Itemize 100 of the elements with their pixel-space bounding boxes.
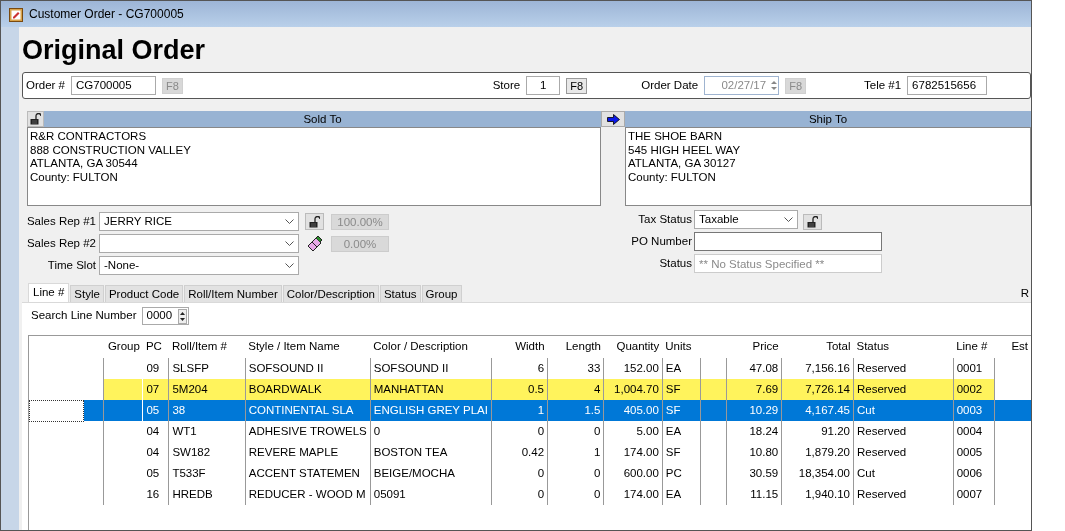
- spin-field[interactable]: 0000: [142, 307, 190, 325]
- table-cell: HREDB: [172, 487, 213, 500]
- column-header[interactable]: Roll/Item #: [171, 340, 227, 353]
- table-cell: SF: [665, 403, 681, 416]
- lock-button[interactable]: [305, 213, 324, 230]
- lock-button[interactable]: [803, 213, 822, 230]
- dropdown[interactable]: -None-: [99, 256, 299, 275]
- table-cell: 47.08: [749, 361, 779, 374]
- column-header[interactable]: Status: [856, 340, 890, 353]
- column-header[interactable]: Est: [1011, 340, 1028, 353]
- lookup-button[interactable]: F8: [566, 77, 587, 94]
- table-cell: 07: [146, 382, 160, 395]
- tab[interactable]: Color/Description: [282, 285, 379, 302]
- field-label: Order #: [26, 77, 65, 93]
- table-cell: BOSTON TEA: [373, 445, 448, 458]
- column-header[interactable]: Length: [565, 340, 601, 353]
- table-cell: 0.42: [521, 445, 545, 458]
- column-header[interactable]: Width: [515, 340, 545, 353]
- field-label: PO Number: [630, 233, 693, 249]
- field-label: Tax Status: [637, 211, 693, 227]
- table-cell: 38: [172, 403, 186, 416]
- text-field[interactable]: 1: [526, 76, 561, 95]
- table-cell: 5M204: [172, 382, 208, 395]
- percent-field: 0.00%: [331, 235, 389, 252]
- table-cell: 0: [594, 424, 601, 437]
- field-label: Time Slot: [46, 257, 97, 273]
- table-cell: PC: [665, 466, 682, 479]
- text-field[interactable]: 6782515656: [907, 76, 988, 95]
- spinner-icon: [178, 308, 188, 324]
- table-cell: 4,167.45: [805, 403, 850, 416]
- window-title: Customer Order - CG700005: [29, 6, 184, 23]
- copy-address-button[interactable]: [601, 111, 625, 127]
- column-header[interactable]: Quantity: [616, 340, 660, 353]
- table-cell: Reserved: [857, 445, 907, 458]
- field-label: Tele #1: [864, 77, 902, 93]
- address-line: ATLANTA, GA 30127: [628, 157, 737, 171]
- padlock-icon: [309, 215, 320, 228]
- table-cell: EA: [665, 424, 682, 437]
- clipboard-icon: [9, 6, 23, 22]
- tab[interactable]: Product Code: [104, 285, 184, 302]
- edge-label: R: [1020, 286, 1029, 301]
- table-cell: 16: [146, 487, 160, 500]
- table-cell: 0: [537, 466, 545, 479]
- table-cell: 0001: [956, 361, 983, 374]
- table-cell: 7.69: [755, 382, 779, 395]
- status-field: ** No Status Specified **: [694, 254, 882, 273]
- table-cell: 174.00: [623, 487, 659, 500]
- lock-button[interactable]: [27, 111, 44, 127]
- table-cell: EA: [665, 361, 682, 374]
- table-cell: 1,004.70: [614, 382, 659, 395]
- table-cell: 05: [146, 466, 160, 479]
- table-cell: 405.00: [623, 403, 659, 416]
- field-label: Sales Rep #2: [25, 235, 97, 251]
- chevron-down-icon: [285, 240, 294, 247]
- address-line: County: FULTON: [628, 170, 717, 184]
- padlock-icon: [30, 113, 41, 125]
- column-header[interactable]: Total: [826, 340, 851, 353]
- column-header[interactable]: Color / Description: [373, 340, 468, 353]
- table-cell: SF: [665, 382, 681, 395]
- table-cell: BEIGE/MOCHA: [373, 466, 455, 479]
- input-field[interactable]: [694, 232, 882, 251]
- table-cell: Reserved: [857, 382, 907, 395]
- column-header[interactable]: PC: [145, 340, 162, 353]
- tab[interactable]: Style: [70, 285, 104, 302]
- column-header[interactable]: Style / Item Name: [248, 340, 340, 353]
- table-cell: ENGLISH GREY PLAI: [373, 403, 488, 416]
- field-label: Store: [492, 77, 521, 93]
- address-line: ATLANTA, GA 30544: [30, 157, 139, 171]
- table-cell: 10.80: [749, 445, 779, 458]
- tab[interactable]: Status: [379, 285, 421, 302]
- table-cell: 0: [373, 424, 381, 437]
- tab[interactable]: Roll/Item Number: [184, 285, 282, 302]
- date-field[interactable]: 02/27/17: [704, 76, 780, 95]
- column-header[interactable]: Units: [665, 340, 692, 353]
- eraser-button[interactable]: [305, 234, 324, 253]
- table-cell: 0007: [956, 487, 983, 500]
- tab[interactable]: Line #: [28, 283, 70, 302]
- arrow-icon: [606, 113, 620, 125]
- chevron-down-icon: [784, 216, 793, 223]
- column-header[interactable]: Line #: [956, 340, 988, 353]
- percent-field: 100.00%: [331, 213, 389, 230]
- table-cell: 0: [594, 487, 601, 500]
- spinner-icon: [770, 78, 779, 93]
- table-cell: REVERE MAPLE: [248, 445, 339, 458]
- table-cell: ADHESIVE TROWELS: [248, 424, 367, 437]
- dropdown[interactable]: JERRY RICE: [99, 212, 299, 231]
- tab[interactable]: Group: [421, 285, 462, 302]
- table-cell: Reserved: [857, 487, 907, 500]
- table-cell: 174.00: [623, 445, 659, 458]
- table-cell: 152.00: [623, 361, 659, 374]
- table-cell: 4: [594, 382, 601, 395]
- chevron-down-icon: [285, 218, 294, 225]
- dropdown[interactable]: Taxable: [694, 210, 798, 229]
- table-cell: EA: [665, 487, 682, 500]
- table-cell: BOARDWALK: [248, 382, 322, 395]
- column-header[interactable]: Group: [107, 340, 140, 353]
- text-field[interactable]: CG700005: [71, 76, 156, 95]
- table-cell: 1: [594, 445, 601, 458]
- column-header[interactable]: Price: [752, 340, 779, 353]
- table-cell: 05091: [373, 487, 406, 500]
